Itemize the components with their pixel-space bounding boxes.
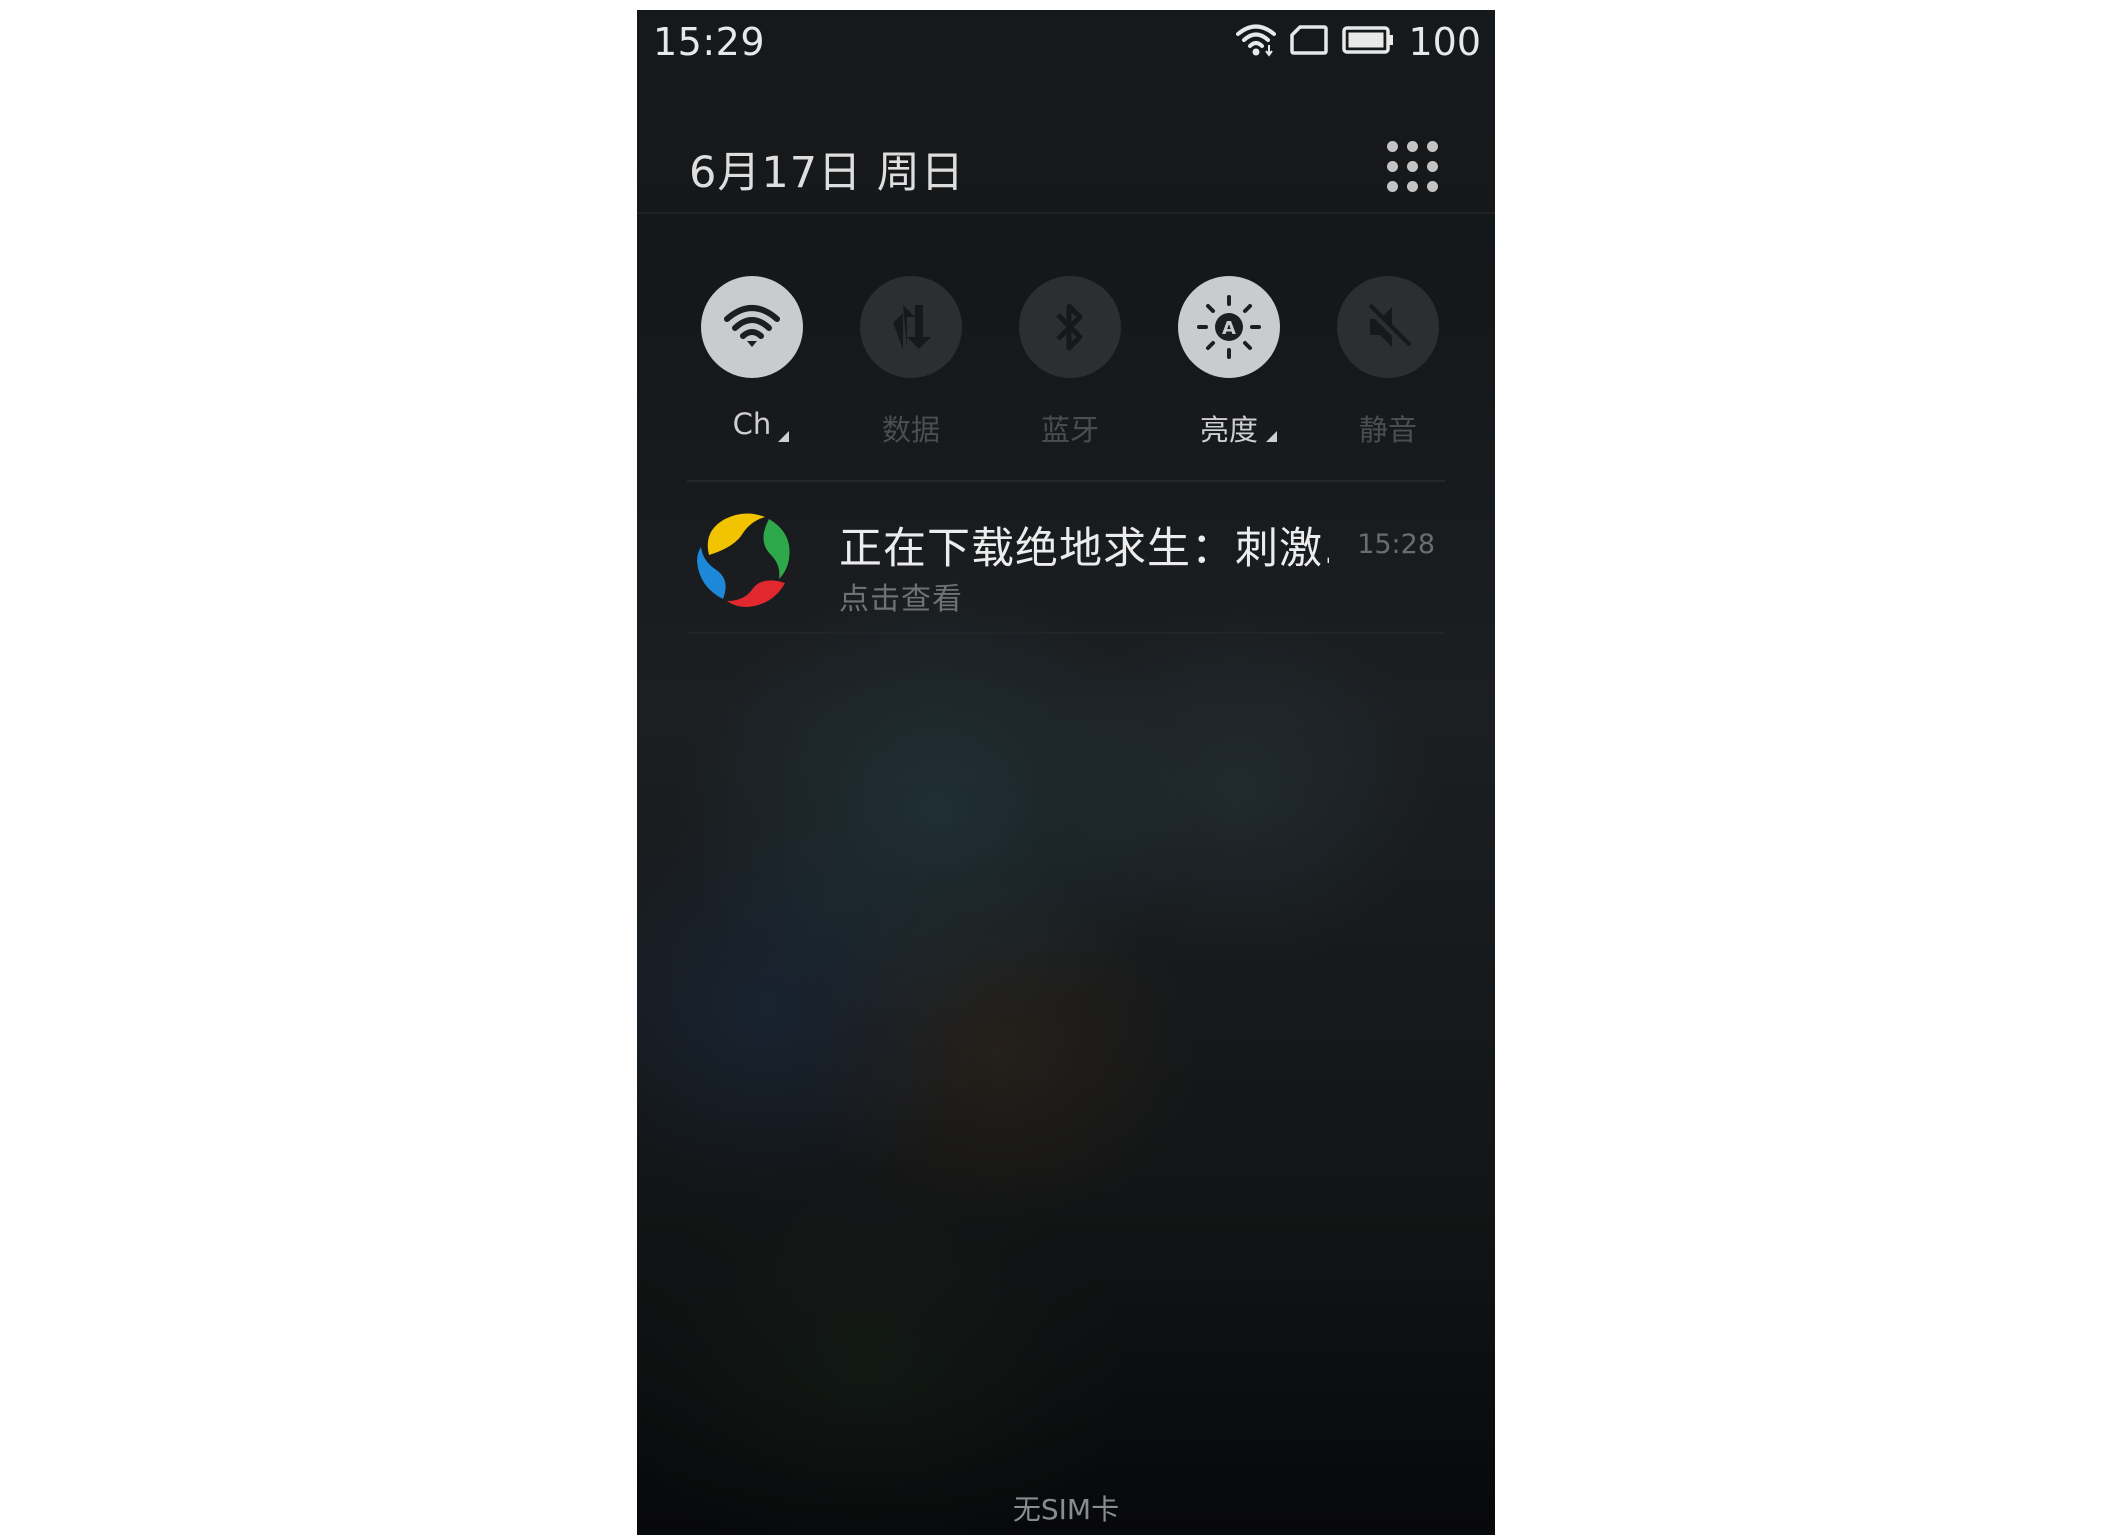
toggle-wifi[interactable]: Ch: [672, 265, 832, 455]
toggle-mute[interactable]: 静音: [1308, 265, 1468, 455]
brightness-auto-icon[interactable]: A: [1178, 276, 1280, 378]
wifi-icon[interactable]: [701, 276, 803, 378]
bluetooth-icon[interactable]: [1019, 276, 1121, 378]
status-time: 15:29: [653, 20, 766, 64]
toggle-bluetooth[interactable]: 蓝牙: [990, 265, 1150, 455]
notification-subtitle: 点击查看: [839, 582, 963, 617]
dropdown-corner-icon: [778, 431, 789, 442]
svg-text:A: A: [1222, 318, 1236, 339]
battery-icon: [1342, 25, 1394, 59]
app-grid-icon[interactable]: [1387, 141, 1439, 193]
notification-time: 15:28: [1357, 529, 1435, 560]
toggle-mobile-data-label: 数据: [881, 413, 940, 447]
quick-toggles: Ch 数据 蓝牙 A 亮度 静音: [637, 265, 1495, 455]
mute-icon[interactable]: [1337, 276, 1439, 378]
status-icons: 100: [1236, 20, 1481, 64]
notification-title: 正在下载绝地求生：刺激..: [839, 524, 1329, 574]
dropdown-corner-icon: [1266, 431, 1277, 442]
toggle-mobile-data[interactable]: 数据: [831, 265, 991, 455]
toggle-wifi-label: Ch: [732, 407, 772, 441]
notification-shade: 15:29 100 6月17日 周日 Ch 数据 蓝牙 A 亮度 静音 正在下载…: [637, 10, 1495, 1535]
divider: [687, 632, 1445, 634]
download-notification[interactable]: 正在下载绝地求生：刺激.. 点击查看 15:28: [687, 482, 1445, 632]
mobile-data-icon[interactable]: [860, 276, 962, 378]
app-store-logo-icon: [695, 507, 797, 609]
toggle-brightness[interactable]: A 亮度: [1149, 265, 1309, 455]
toggle-bluetooth-label: 蓝牙: [1040, 413, 1099, 447]
sim-status: 无SIM卡: [1012, 1493, 1120, 1526]
date-label[interactable]: 6月17日 周日: [689, 138, 965, 200]
date-header: 6月17日 周日: [637, 122, 1495, 214]
toggle-mute-label: 静音: [1358, 413, 1417, 447]
toggle-brightness-label: 亮度: [1199, 413, 1258, 447]
sim-card-icon: [1290, 24, 1329, 60]
wifi-icon: [1236, 23, 1277, 61]
battery-level: 100: [1408, 20, 1481, 64]
status-bar: 15:29 100: [637, 10, 1495, 70]
